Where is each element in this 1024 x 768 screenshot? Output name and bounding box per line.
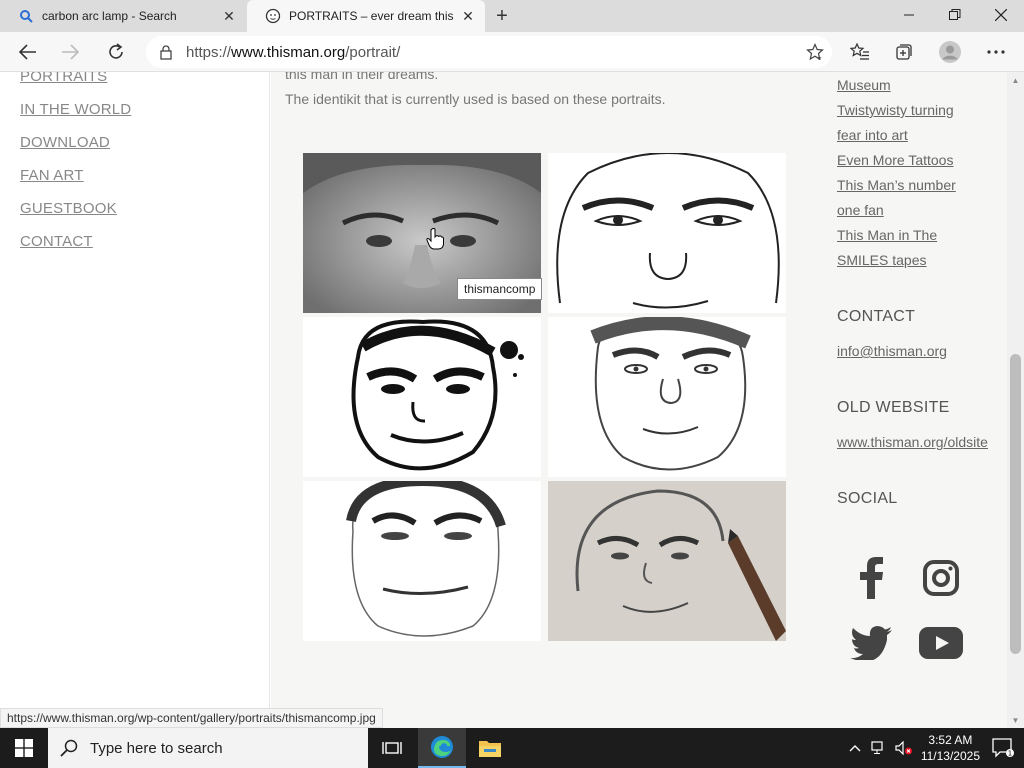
contact-email-link[interactable]: info@thisman.org [837, 343, 947, 359]
portrait-thumbnail-ink[interactable] [303, 317, 541, 477]
scrollbar-thumb[interactable] [1010, 354, 1021, 654]
file-explorer-icon[interactable] [466, 728, 514, 768]
facebook-icon[interactable] [849, 556, 893, 600]
nav-link-fan-art[interactable]: FAN ART [20, 167, 84, 184]
svg-text:1: 1 [1008, 750, 1012, 758]
clock-time: 3:52 AM [928, 733, 973, 747]
sidebar-link[interactable]: Twistywisty turning [837, 102, 954, 118]
reload-icon[interactable] [100, 36, 132, 68]
sidebar-link[interactable]: This Man in The [837, 227, 937, 243]
lock-icon[interactable] [158, 44, 174, 60]
system-tray: 3:52 AM 11/13/2025 1 [849, 728, 1024, 768]
tab-search[interactable]: carbon arc lamp - Search ✕ [0, 0, 246, 32]
edge-browser-icon[interactable] [418, 728, 466, 768]
portrait-thumbnail-drawing[interactable] [303, 481, 541, 641]
collections-icon[interactable] [888, 36, 920, 68]
scroll-up-arrow-icon[interactable]: ▲ [1007, 72, 1024, 88]
scroll-down-arrow-icon[interactable]: ▼ [1007, 712, 1024, 728]
tab-title: PORTRAITS – ever dream this man [289, 9, 457, 23]
address-bar[interactable]: https://www.thisman.org/portrait/ [146, 36, 832, 68]
close-tab-icon[interactable]: ✕ [457, 5, 479, 27]
tab-title: carbon arc lamp - Search [42, 9, 177, 23]
task-view-icon[interactable] [368, 728, 416, 768]
hand-cursor-icon [426, 228, 444, 255]
favorite-star-icon[interactable] [806, 43, 824, 66]
tab-portraits[interactable]: PORTRAITS – ever dream this man ✕ [247, 0, 485, 32]
restore-icon[interactable] [932, 0, 978, 30]
search-icon [18, 8, 34, 24]
portrait-thumbnail-sketch[interactable] [548, 153, 786, 313]
close-tab-icon[interactable]: ✕ [218, 5, 240, 27]
main-content: this man in their dreams. The identikit … [271, 72, 1007, 728]
intro-text-line: The identikit that is currently used is … [285, 91, 666, 107]
intro-text-line: this man in their dreams. [285, 72, 439, 82]
old-website-link[interactable]: www.thisman.org/oldsite [837, 434, 988, 450]
image-tooltip: thismancomp [457, 278, 543, 300]
sidebar-link[interactable]: one fan [837, 202, 884, 218]
vertical-scrollbar[interactable]: ▲ ▼ [1007, 72, 1024, 728]
sidebar-link[interactable]: SMILES tapes [837, 252, 927, 268]
forward-icon[interactable] [54, 36, 86, 68]
sidebar-link[interactable]: Even More Tattoos [837, 152, 953, 168]
profile-avatar-icon[interactable] [934, 36, 966, 68]
new-tab-icon[interactable]: + [490, 4, 514, 28]
back-icon[interactable] [12, 36, 44, 68]
search-icon [60, 739, 78, 757]
close-window-icon[interactable] [978, 0, 1024, 30]
clock-date: 11/13/2025 [920, 749, 980, 763]
more-options-icon[interactable] [980, 36, 1012, 68]
portrait-thumbnail-pencil-photo[interactable] [548, 481, 786, 641]
minimize-icon[interactable] [886, 0, 932, 30]
contact-heading: CONTACT [837, 308, 916, 325]
left-navigation: PORTRAITS IN THE WORLD DOWNLOAD FAN ART … [0, 72, 270, 728]
status-url-bar: https://www.thisman.org/wp-content/galle… [0, 708, 383, 728]
old-website-heading: OLD WEBSITE [837, 399, 950, 416]
url-host: www.thisman.org [231, 43, 346, 61]
taskbar-search-placeholder: Type here to search [90, 739, 223, 757]
volume-muted-icon[interactable] [895, 741, 913, 755]
url-scheme: https:// [186, 43, 232, 61]
nav-link-portraits[interactable]: PORTRAITS [20, 72, 107, 85]
social-heading: SOCIAL [837, 490, 898, 507]
tab-strip: carbon arc lamp - Search ✕ PORTRAITS – e… [0, 0, 1024, 32]
url-path: /portrait/ [345, 43, 401, 61]
windows-start-icon[interactable] [0, 728, 48, 768]
instagram-icon[interactable] [919, 556, 963, 600]
nav-link-in-the-world[interactable]: IN THE WORLD [20, 101, 131, 118]
page-viewport: PORTRAITS IN THE WORLD DOWNLOAD FAN ART … [0, 72, 1024, 728]
windows-taskbar: Type here to search 3:52 AM 11/13/2025 1 [0, 728, 1024, 768]
nav-link-guestbook[interactable]: GUESTBOOK [20, 200, 117, 217]
browser-toolbar: https://www.thisman.org/portrait/ [0, 32, 1024, 72]
chevron-up-icon[interactable] [849, 744, 861, 752]
sidebar-link[interactable]: This Man’s number [837, 177, 956, 193]
youtube-icon[interactable] [919, 621, 963, 665]
nav-link-contact[interactable]: CONTACT [20, 233, 93, 250]
portrait-thumbnail-pencil[interactable] [548, 317, 786, 477]
network-icon[interactable] [871, 741, 887, 755]
face-favicon-icon [265, 8, 281, 24]
sidebar-link[interactable]: fear into art [837, 127, 908, 143]
favorites-icon[interactable] [844, 36, 876, 68]
notifications-icon[interactable]: 1 [992, 738, 1014, 758]
sidebar-link[interactable]: Museum [837, 77, 891, 93]
nav-link-download[interactable]: DOWNLOAD [20, 134, 110, 151]
twitter-icon[interactable] [849, 621, 893, 665]
taskbar-clock[interactable]: 3:52 AM 11/13/2025 [921, 732, 980, 764]
taskbar-search-box[interactable]: Type here to search [48, 728, 368, 768]
url-text[interactable]: https://www.thisman.org/portrait/ [186, 44, 400, 61]
